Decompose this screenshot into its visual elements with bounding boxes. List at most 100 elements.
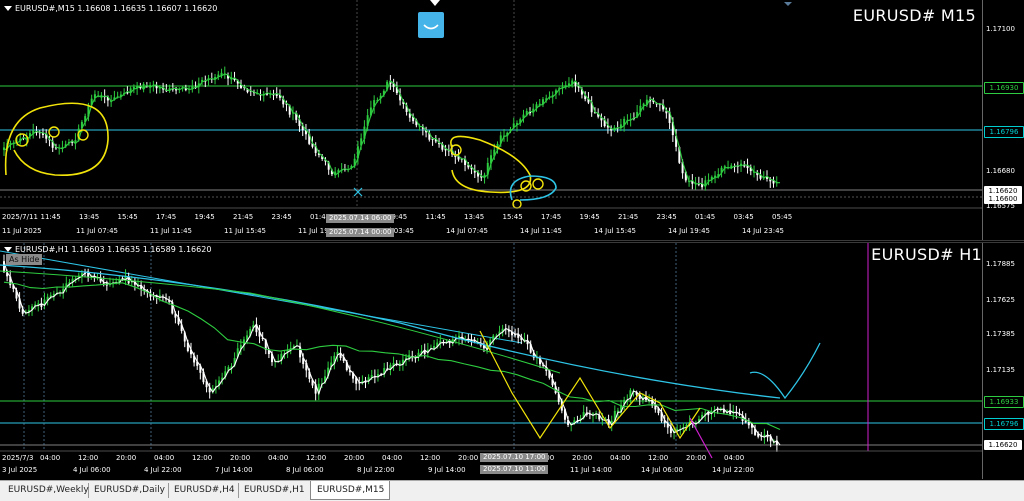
h1-crosshair-time-1: 2025.07.10 17:00 [480,453,549,462]
dropdown-triangle-icon[interactable] [4,247,12,252]
m15-time-label: 2025/7/11 [2,213,38,221]
h1-time-label: 04:00 [40,454,61,462]
yellow-annotation-circle [532,178,544,190]
h1-time-label: 3 Jul 2025 [2,466,38,474]
h1-crosshair-time-2: 2025.07.10 11:00 [480,465,549,474]
m15-time-label: 11 Jul 07:45 [76,227,118,235]
chart-tab[interactable]: EURUSD#,H4 [168,483,239,498]
h1-ohlc-text: EURUSD#,H1 1.16603 1.16635 1.16589 1.166… [15,245,212,254]
m15-time-label: 11 Jul 11:45 [150,227,192,235]
dropdown-triangle-icon[interactable] [4,6,12,11]
h1-time-label: 11 Jul 14:00 [570,466,612,474]
m15-time-label: 03:45 [733,213,754,221]
h1-time-label: 2025/7/3 [2,454,34,462]
h1-time-label: 04:00 [154,454,175,462]
h1-time-label: 12:00 [648,454,669,462]
h1-time-label: 04:00 [610,454,631,462]
smile-icon[interactable] [418,12,444,38]
h1-time-label: 20:00 [572,454,593,462]
m15-time-label: 19:45 [579,213,600,221]
m15-price-label: 1.16930 [984,82,1024,94]
h1-time-label: 4 Jul 06:00 [73,466,111,474]
h1-price-label: 1.16620 [984,440,1022,450]
m15-price-label: 1.16796 [984,126,1024,138]
m15-price-label: 1.16600 [984,194,1022,204]
h1-ohlc-readout: EURUSD#,H1 1.16603 1.16635 1.16589 1.166… [4,245,211,254]
h1-price-tick: 1.17885 [986,260,1015,268]
m15-time-label: 14 Jul 15:45 [594,227,636,235]
m15-time-label: 14 Jul 19:45 [668,227,710,235]
h1-price-label: 1.16933 [984,396,1024,408]
chart-pane-m15[interactable]: EURUSD#,M15 1.16608 1.16635 1.16607 1.16… [0,0,1024,241]
chart-tab[interactable]: EURUSD#,Weekly [2,483,89,498]
h1-time-label: 20:00 [344,454,365,462]
chart-tab[interactable]: EURUSD#,H1 [238,483,311,498]
chart-tab-bar: EURUSD#,Weekly EURUSD#,Daily EURUSD#,H4 EUR… [0,480,1024,501]
h1-time-label: 12:00 [78,454,99,462]
magenta-projection-line [689,417,713,459]
h1-time-label: 9 Jul 14:00 [428,466,466,474]
m15-ohlc-readout: EURUSD#,M15 1.16608 1.16635 1.16607 1.16… [4,4,217,13]
m15-time-label: 21:45 [618,213,639,221]
m15-time-label: 17:45 [541,213,562,221]
h1-time-label: 14 Jul 06:00 [641,466,683,474]
h1-time-label: 12:00 [420,454,441,462]
trend-line [0,250,523,344]
m15-time-label: 13:45 [464,213,485,221]
h1-time-label: 12:00 [192,454,213,462]
m15-time-label: 19:45 [194,213,215,221]
m15-time-label: 14 Jul 11:45 [520,227,562,235]
yellow-annotation-circle [48,126,60,138]
h1-time-label: 14 Jul 22:00 [712,466,754,474]
cyan-annotation-ellipse [509,175,557,201]
h1-time-label: 20:00 [230,454,251,462]
m15-time-label: 15:45 [502,213,523,221]
h1-price-tick: 1.17625 [986,296,1015,304]
chart-tab[interactable]: EURUSD#,M15 [310,481,390,500]
yellow-annotation-circle [520,180,532,192]
moving-average-line [0,264,781,399]
chart-pane-h1[interactable]: EURUSD#,H1 1.16603 1.16635 1.16589 1.166… [0,242,1024,479]
h1-time-label: 20:00 [116,454,137,462]
m15-chart-canvas[interactable] [0,0,1024,240]
m15-price-tick: 1.16680 [986,167,1015,175]
chart-tab[interactable]: EURUSD#,Daily [88,483,169,498]
h1-time-label: 7 Jul 14:00 [215,466,253,474]
m15-time-label: 14 Jul 23:45 [742,227,784,235]
m15-time-label: 11:45 [40,213,61,221]
h1-time-label: 04:00 [382,454,403,462]
m15-symbol-title: EURUSD# M15 [852,6,976,25]
m15-crosshair-time-2: 2025.07.14 00:00 [326,228,395,237]
shift-marker-icon [784,2,792,6]
cross-marker-icon [353,187,363,197]
h1-time-label: 12:00 [306,454,327,462]
h1-time-label: 4 Jul 22:00 [144,466,182,474]
yellow-annotation-circle [15,133,29,147]
h1-time-label: 20:00 [458,454,479,462]
m15-time-label: 17:45 [156,213,177,221]
h1-time-label: 8 Jul 06:00 [286,466,324,474]
m15-time-label: 11:45 [425,213,446,221]
m15-crosshair-time-1: 2025.07.14 06:00 [326,214,395,223]
h1-time-label: 8 Jul 22:00 [357,466,395,474]
h1-time-label: 04:00 [268,454,289,462]
m15-time-label: 23:45 [271,213,292,221]
m15-time-label: 11 Jul 2025 [2,227,42,235]
h1-time-label: 04:00 [724,454,745,462]
h1-price-tick: 1.17135 [986,366,1015,374]
h1-chart-canvas[interactable] [0,243,1024,479]
m15-time-label: 05:45 [772,213,793,221]
h1-price-tick: 1.17385 [986,330,1015,338]
m15-time-label: 13:45 [79,213,100,221]
m15-price-tick: 1.17100 [986,25,1015,33]
hide-button[interactable]: As Hide [6,254,43,265]
h1-symbol-title: EURUSD# H1 [871,245,982,264]
m15-time-label: 01:45 [695,213,716,221]
period-marker-icon [430,0,440,6]
m15-ohlc-text: EURUSD#,M15 1.16608 1.16635 1.16607 1.16… [15,4,218,13]
m15-time-label: 15:45 [117,213,138,221]
moving-average-line [3,281,781,431]
cyan-projection-line [749,342,821,400]
m15-time-label: 23:45 [656,213,677,221]
h1-time-label: 20:00 [686,454,707,462]
